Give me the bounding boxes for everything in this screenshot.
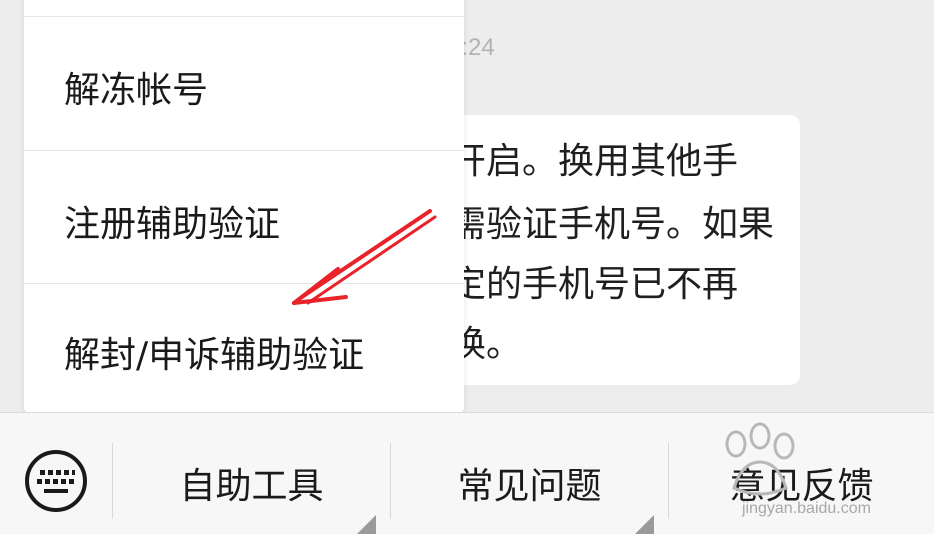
tab-self-service-tools[interactable]: 自助工具 (113, 413, 390, 534)
red-arrow-annotation-icon (292, 209, 437, 305)
chat-screen: 7:24 开启。换用其他手 需验证手机号。如果 定的手机号已不再 换。 解冻帐号… (0, 0, 934, 534)
menu-item-label: 注册辅助验证 (64, 204, 281, 245)
menu-item-label: 解封/申诉辅助验证 (64, 335, 365, 376)
message-line: 需验证手机号。如果 (450, 204, 775, 245)
keyboard-toggle-button[interactable] (24, 449, 88, 513)
submenu-indicator-icon (634, 515, 654, 534)
menu-item-label: 解冻帐号 (64, 70, 209, 111)
message-bubble: 开启。换用其他手 需验证手机号。如果 定的手机号已不再 换。 (420, 115, 800, 385)
bottom-menu-bar: 自助工具 常见问题 意见反馈 (0, 412, 934, 534)
message-line: 定的手机号已不再 (450, 264, 739, 305)
tab-label: 常见问题 (457, 466, 602, 507)
menu-item-unfreeze-account[interactable]: 解冻帐号 (24, 16, 464, 151)
message-line: 开启。换用其他手 (450, 141, 739, 182)
keyboard-icon (25, 450, 87, 512)
tab-label: 意见反馈 (729, 466, 874, 507)
tab-feedback[interactable]: 意见反馈 (669, 413, 934, 534)
menu-item-hidden-top[interactable] (24, 0, 464, 16)
submenu-indicator-icon (356, 515, 376, 534)
message-line: 换。 (450, 324, 523, 365)
tab-faq[interactable]: 常见问题 (391, 413, 668, 534)
tab-label: 自助工具 (179, 466, 324, 507)
